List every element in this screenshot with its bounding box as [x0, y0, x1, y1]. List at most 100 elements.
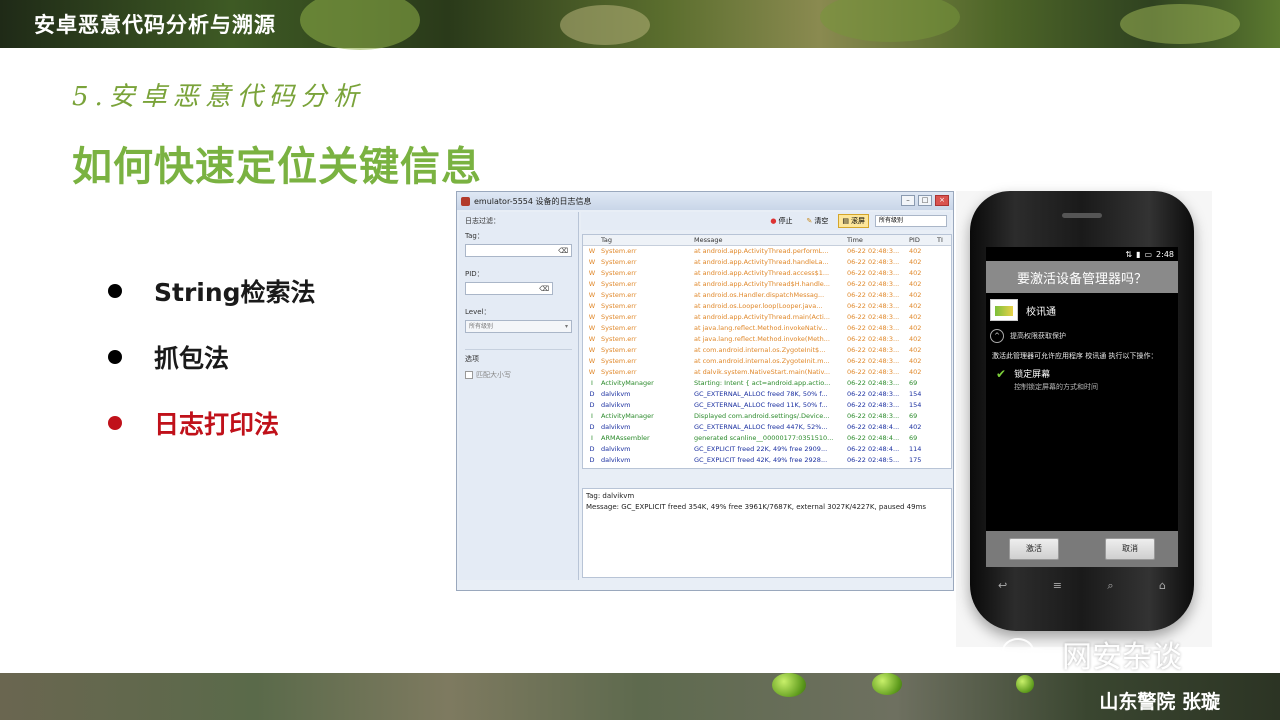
activate-button[interactable]: 激活 — [1009, 538, 1059, 560]
log-cell-pid: 175 — [909, 456, 922, 464]
log-cell-pid: 402 — [909, 335, 922, 343]
log-cell-tag: System.err — [601, 258, 637, 266]
checkbox[interactable] — [465, 371, 473, 379]
log-row[interactable]: W System.err at android.app.ActivityThread… — [583, 279, 951, 290]
permission-description: 控制锁定屏幕的方式和时间 — [1014, 383, 1099, 391]
log-row[interactable]: Ddalvikvm GC_EXPLICIT freed 42K, 49% free… — [583, 455, 951, 466]
column-header[interactable]: Tag — [601, 235, 694, 245]
log-row[interactable]: Ddalvikvm GC_EXTERNAL_ALLOC freed 78K, 50… — [583, 389, 951, 400]
log-window-titlebar: emulator-5554 设备的日志信息 — [457, 192, 953, 210]
log-window: emulator-5554 设备的日志信息 – □ × 日志过滤： Tag： ⌫… — [456, 191, 954, 591]
scroll-icon: ▤ — [842, 217, 849, 225]
log-cell-lv: D — [589, 445, 595, 453]
log-cell-pid: 402 — [909, 269, 922, 277]
signal-icon: ▮ — [1136, 249, 1141, 259]
log-row[interactable]: W System.err at android.app.ActivityThread… — [583, 257, 951, 268]
log-row[interactable]: I ActivityManager Starting: Intent { act=a… — [583, 378, 951, 389]
clear-icon[interactable]: ⌫ — [558, 247, 568, 255]
permission-title: 锁定屏幕 — [1014, 370, 1051, 380]
options-label: 选项 — [465, 349, 572, 364]
log-row[interactable]: W System.err at java.lang.reflect.Method.i… — [583, 334, 951, 345]
log-cell-tag: System.err — [601, 302, 637, 310]
tag-input[interactable]: ⌫ — [465, 244, 572, 257]
log-cell-pid: 402 — [909, 302, 922, 310]
log-cell-tag: dalvikvm — [601, 445, 631, 453]
search-icon[interactable]: ⌕ — [1107, 579, 1113, 593]
log-cell-tag: System.err — [601, 335, 637, 343]
log-cell-tag: System.err — [601, 247, 637, 255]
log-cell-tag: System.err — [601, 280, 637, 288]
app-name: 校讯通 — [1026, 306, 1056, 318]
log-cell-tag: ARMAssembler — [601, 434, 650, 442]
log-cell-pid: 154 — [909, 401, 922, 409]
log-cell-time: 06-22 02:48:3... — [847, 302, 900, 310]
log-cell-msg: at dalvik.system.NativeStart.main(Nativ.… — [694, 368, 831, 376]
pid-label: PID： — [465, 270, 484, 278]
log-row[interactable]: W System.err at dalvik.system.NativeStart.… — [583, 367, 951, 378]
log-cell-lv: I — [591, 412, 593, 420]
author-credit: 山东警院 张璇 — [1099, 691, 1220, 713]
level-filter-select[interactable]: 所有级别 — [875, 215, 947, 227]
chevron-up-icon: ^ — [990, 329, 1004, 343]
bullet-item: String检索法 — [108, 258, 316, 324]
column-header[interactable]: PID — [909, 235, 937, 245]
section-subtitle: 5.安卓恶意代码分析 — [72, 82, 365, 112]
log-cell-time: 06-22 02:48:3... — [847, 335, 900, 343]
log-table: Tag Message Time PID TI W System.err at an… — [582, 234, 952, 469]
log-row[interactable]: I ActivityManager Displayed com.android.se… — [583, 411, 951, 422]
stop-button[interactable]: ● 停止 — [766, 214, 796, 228]
detail-tag: Tag: dalvikvm — [586, 492, 635, 500]
clear-icon[interactable]: ⌫ — [539, 285, 549, 293]
minimize-button[interactable]: – — [901, 195, 915, 206]
log-row[interactable]: W System.err at android.app.ActivityThread… — [583, 268, 951, 279]
log-cell-pid: 154 — [909, 390, 922, 398]
log-cell-tag: dalvikvm — [601, 390, 631, 398]
close-button[interactable]: × — [935, 195, 949, 206]
log-row[interactable]: I ARMAssembler generated scanline__0000017… — [583, 433, 951, 444]
log-cell-lv: D — [589, 456, 595, 464]
log-cell-pid: 402 — [909, 280, 922, 288]
column-header[interactable]: Time — [847, 235, 909, 245]
log-cell-time: 06-22 02:48:5... — [847, 456, 900, 464]
log-cell-time: 06-22 02:48:4... — [847, 423, 900, 431]
column-header[interactable]: Message — [694, 235, 847, 245]
log-row[interactable]: W System.err at com.android.internal.os.Zy… — [583, 356, 951, 367]
column-header[interactable]: TI — [937, 235, 951, 245]
bullet-label: 抓包法 — [154, 344, 230, 373]
log-row[interactable]: Ddalvikvm GC_EXTERNAL_ALLOC freed 11K, 50… — [583, 400, 951, 411]
match-case-option[interactable]: 匹配大小写 — [465, 370, 572, 380]
log-row[interactable]: W System.err at com.android.internal.os.Zy… — [583, 345, 951, 356]
home-icon[interactable]: ⌂ — [1159, 579, 1166, 593]
back-icon[interactable]: ↩ — [998, 579, 1007, 593]
log-row[interactable]: W System.err at java.lang.reflect.Method.i… — [583, 323, 951, 334]
maximize-button[interactable]: □ — [918, 195, 932, 206]
permission-toggle[interactable]: ^ 提高权限获取保护 — [986, 327, 1178, 345]
log-cell-msg: at android.app.ActivityThread.main(Acti.… — [694, 313, 830, 321]
log-row[interactable]: Ddalvikvm GC_EXPLICIT freed 22K, 49% free… — [583, 444, 951, 455]
bullet-item-active: 日志打印法 — [108, 390, 316, 456]
scroll-toggle-button[interactable]: ▤ 滚屏 — [838, 214, 869, 228]
log-detail-pane: Tag: dalvikvm Message: GC_EXPLICIT freed… — [582, 488, 952, 578]
log-row[interactable]: W System.err at android.app.ActivityThread… — [583, 246, 951, 257]
log-cell-tag: System.err — [601, 269, 637, 277]
log-cell-time: 06-22 02:48:3... — [847, 390, 900, 398]
bullet-dot-icon — [108, 284, 122, 298]
log-cell-tag: System.err — [601, 313, 637, 321]
pid-input[interactable]: ⌫ — [465, 282, 553, 295]
log-cell-msg: at java.lang.reflect.Method.invoke(Meth.… — [694, 335, 830, 343]
dialog-buttons: 激活 取消 — [986, 531, 1178, 567]
clear-button[interactable]: ✎ 清空 — [803, 214, 833, 228]
log-row[interactable]: W System.err at android.os.Handler.dispatc… — [583, 290, 951, 301]
battery-icon: ▭ — [1144, 249, 1153, 259]
log-cell-tag: System.err — [601, 357, 637, 365]
phone-screen: ⇅ ▮ ▭ 2:48 要激活设备管理器吗？ 校讯通 ^ 提高权限获取保护 激活此… — [986, 247, 1178, 567]
log-row[interactable]: W System.err at android.os.Looper.loop(Loo… — [583, 301, 951, 312]
cancel-button[interactable]: 取消 — [1105, 538, 1155, 560]
log-cell-lv: W — [588, 258, 596, 266]
level-select[interactable]: 所有级别 ▾ — [465, 320, 572, 333]
log-row[interactable]: W System.err at android.app.ActivityThread… — [583, 312, 951, 323]
log-cell-pid: 402 — [909, 291, 922, 299]
menu-icon[interactable]: ≡ — [1053, 579, 1062, 593]
log-row[interactable]: Ddalvikvm GC_EXTERNAL_ALLOC freed 447K, 5… — [583, 422, 951, 433]
log-toolbar: ● 停止 ✎ 清空 ▤ 滚屏 所有级别 — [581, 212, 951, 230]
